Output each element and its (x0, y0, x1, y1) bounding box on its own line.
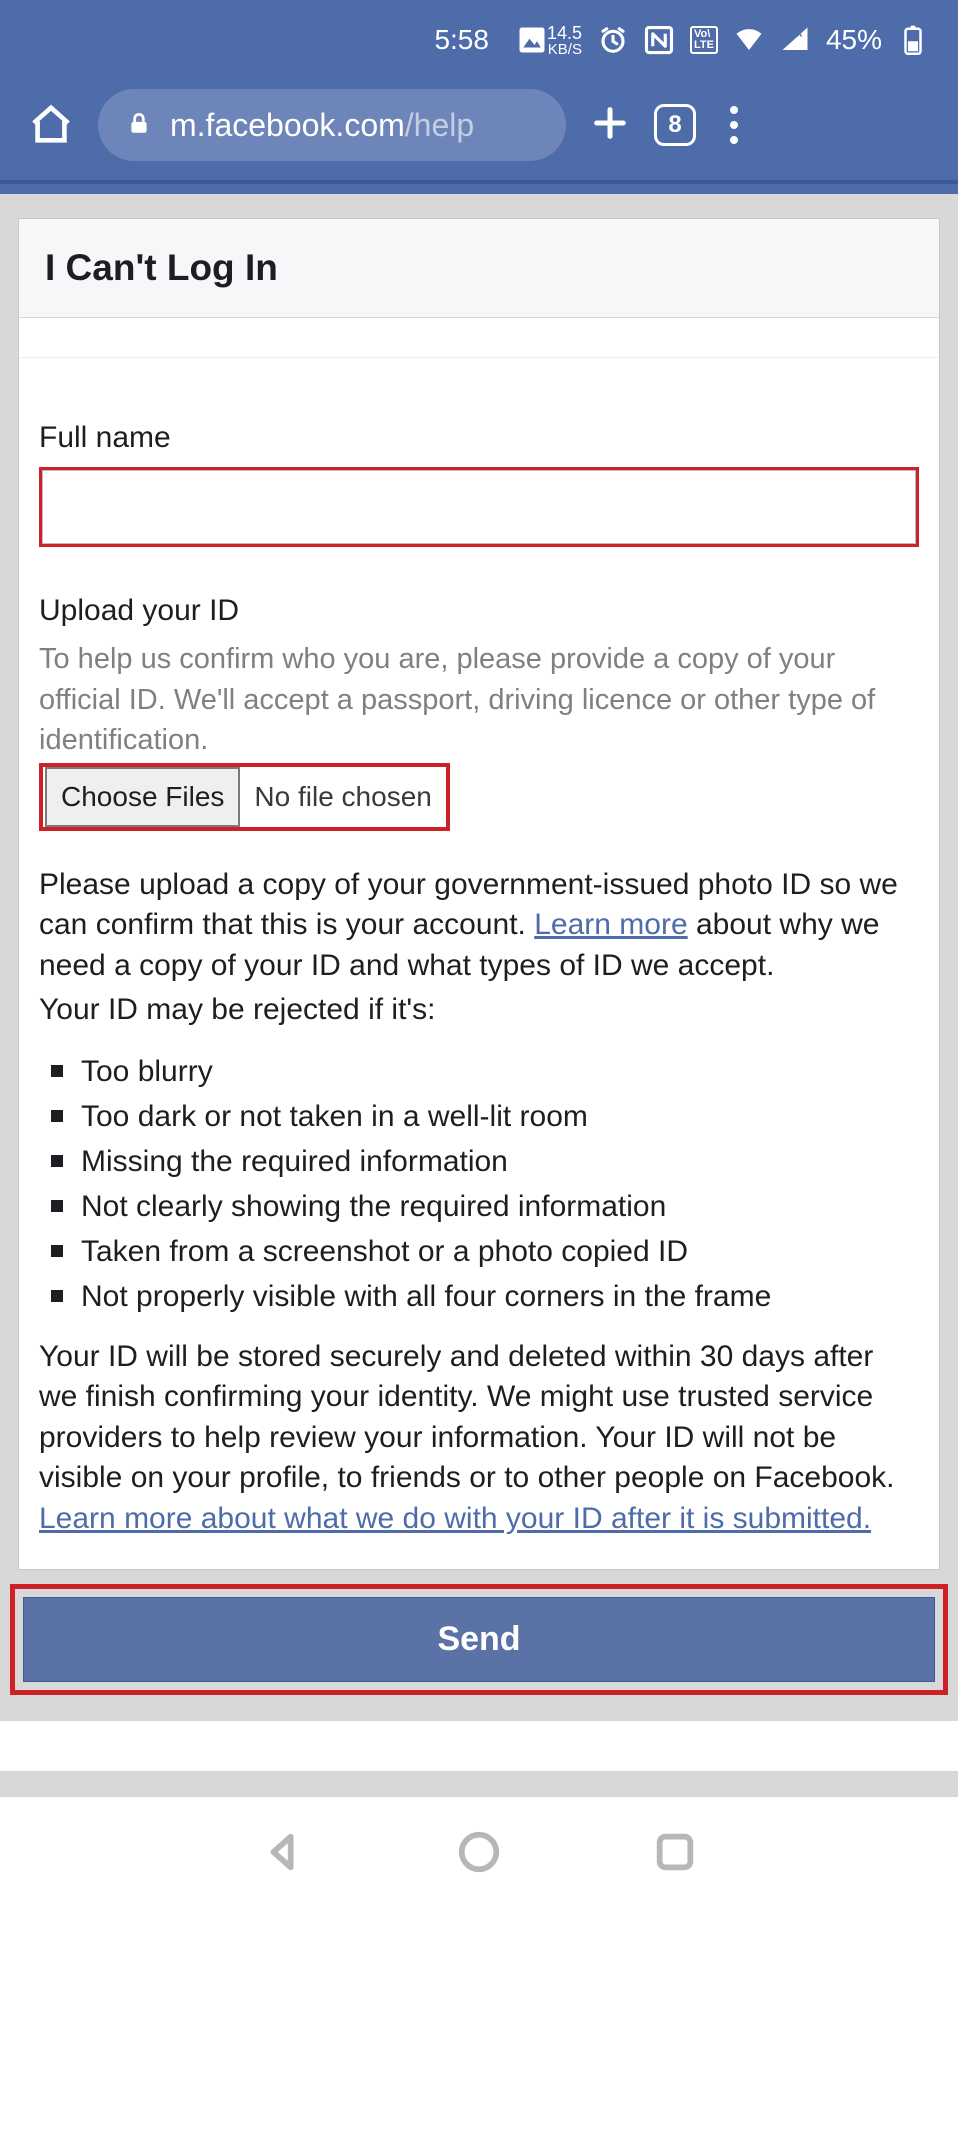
battery-icon (898, 25, 928, 55)
overflow-menu-icon[interactable] (720, 106, 748, 144)
nfc-icon (644, 25, 674, 55)
status-clock: 5:58 (434, 24, 489, 56)
upload-id-label: Upload your ID (39, 591, 919, 632)
send-button-highlight: Send (10, 1584, 948, 1695)
home-nav-icon[interactable] (456, 1829, 502, 1875)
cellular-signal-icon: x (780, 25, 810, 55)
upload-help-text: To help us confirm who you are, please p… (39, 639, 919, 761)
back-icon[interactable] (260, 1829, 306, 1875)
full-name-input[interactable] (42, 470, 916, 544)
storage-paragraph: Your ID will be stored securely and dele… (39, 1337, 919, 1499)
list-item: Not properly visible with all four corne… (39, 1274, 919, 1319)
reject-intro: Your ID may be rejected if it's: (39, 990, 919, 1031)
network-speed-icon: 14.5 KB/S (547, 24, 582, 57)
android-status-bar: 5:58 14.5 KB/S Vo\LTE x 45% (0, 0, 958, 80)
card-header: I Can't Log In (19, 219, 939, 318)
instruction-paragraph: Please upload a copy of your government-… (39, 865, 919, 987)
browser-toolbar: m.facebook.com/help 8 (0, 80, 958, 180)
file-picker-highlight: Choose Files No file chosen (39, 763, 450, 831)
battery-percentage: 45% (826, 24, 882, 56)
screenshot-thumbnail-icon (517, 25, 547, 55)
recents-icon[interactable] (652, 1829, 698, 1875)
full-name-label: Full name (39, 418, 919, 459)
list-item: Not clearly showing the required informa… (39, 1184, 919, 1229)
volte-icon: Vo\LTE (690, 26, 718, 54)
upload-id-section: Upload your ID To help us confirm who yo… (39, 591, 919, 831)
alarm-icon (598, 25, 628, 55)
wifi-icon (734, 25, 764, 55)
lock-icon (126, 109, 152, 142)
fb-top-border (0, 180, 958, 194)
list-item: Taken from a screenshot or a photo copie… (39, 1229, 919, 1274)
full-name-highlight (39, 467, 919, 547)
help-card: I Can't Log In Full name Upload your ID … (18, 218, 940, 1570)
home-icon[interactable] (28, 102, 74, 148)
list-item: Too dark or not taken in a well-lit room (39, 1094, 919, 1139)
choose-files-button[interactable]: Choose Files (45, 767, 240, 827)
new-tab-icon[interactable] (590, 103, 630, 148)
reject-reasons-list: Too blurry Too dark or not taken in a we… (39, 1049, 919, 1319)
send-button[interactable]: Send (23, 1597, 935, 1682)
svg-text:x: x (796, 27, 803, 39)
tab-switcher-button[interactable]: 8 (654, 104, 696, 146)
address-bar[interactable]: m.facebook.com/help (98, 89, 566, 161)
page-background: I Can't Log In Full name Upload your ID … (0, 194, 958, 1797)
page-title: I Can't Log In (45, 247, 913, 289)
file-status-text: No file chosen (254, 778, 431, 816)
send-button-wrap: Send (10, 1584, 948, 1695)
learn-more-link-id-types[interactable]: Learn more (534, 908, 687, 941)
learn-more-link-storage[interactable]: Learn more about what we do with your ID… (39, 1502, 871, 1535)
android-nav-bar (0, 1797, 958, 1907)
url-text: m.facebook.com/help (170, 107, 474, 144)
list-item: Missing the required information (39, 1139, 919, 1184)
full-name-field-group: Full name (39, 418, 919, 547)
list-item: Too blurry (39, 1049, 919, 1094)
